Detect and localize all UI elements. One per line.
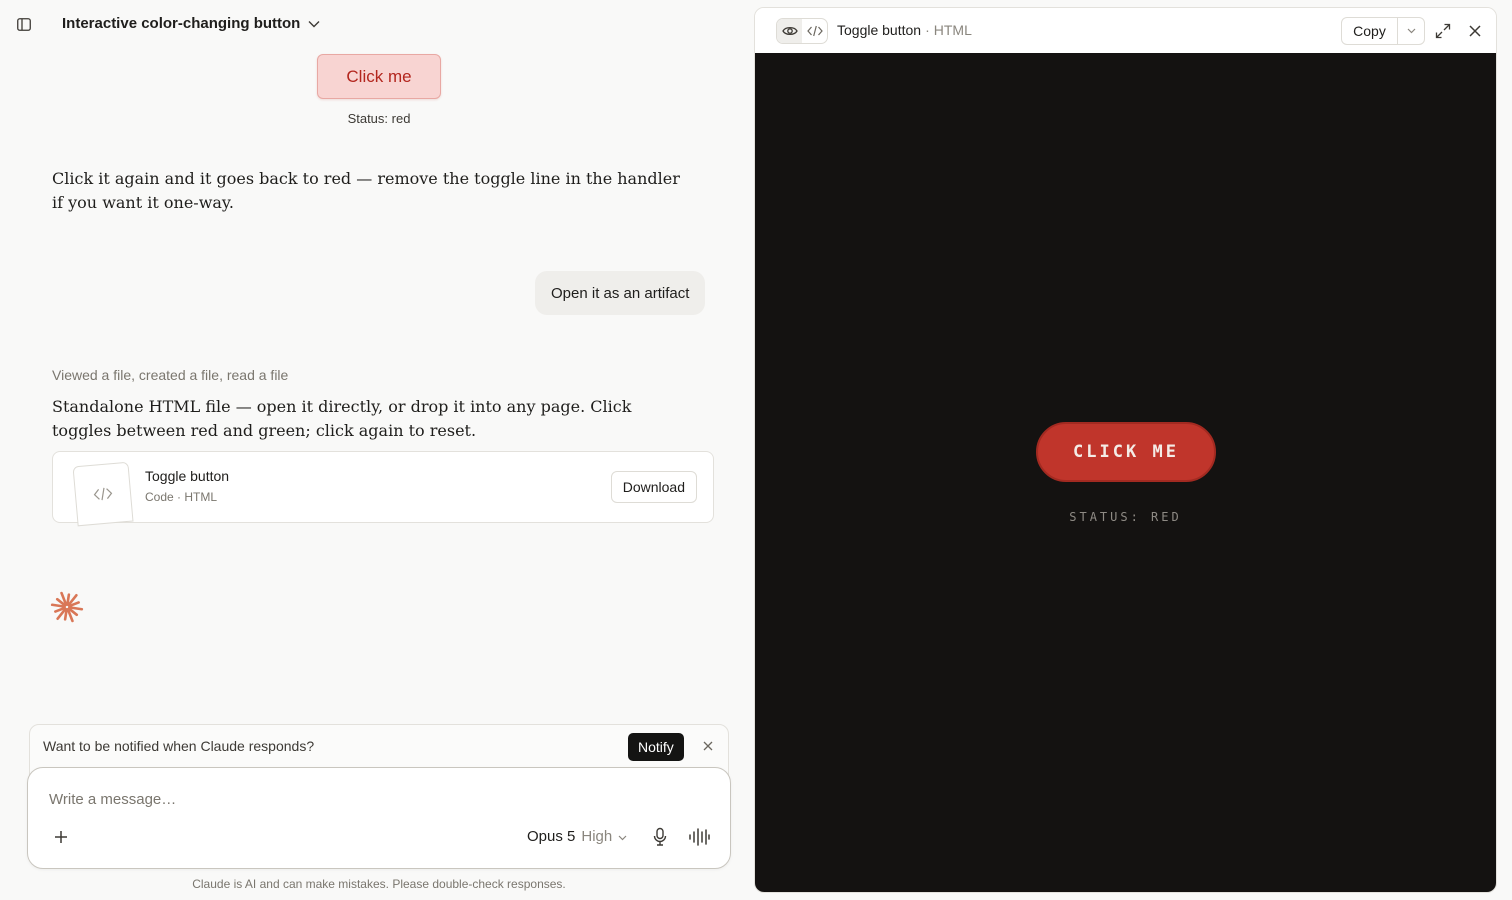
artifact-name: Toggle button [145,468,230,484]
expand-icon[interactable] [1435,23,1451,39]
user-message-bubble: Open it as an artifact [535,271,706,315]
artifact-panel-header: Toggle button · HTML Copy [755,8,1496,53]
copy-button-group: Copy [1341,17,1425,45]
message-composer: Opus 5 High [27,767,731,869]
copy-button[interactable]: Copy [1342,18,1398,44]
chevron-down-icon [618,828,627,845]
preview-status-text: STATUS: RED [1069,510,1182,524]
download-button[interactable]: Download [610,471,697,503]
model-selector[interactable]: Opus 5 High [527,828,627,845]
close-icon[interactable] [702,739,714,751]
chevron-down-icon[interactable] [1398,18,1424,44]
app-window: Interactive color-changing button Click … [0,0,1512,900]
artifact-meta: Code · HTML [145,490,218,504]
chat-title: Interactive color-changing button [62,15,301,32]
artifact-title-separator: · [925,22,930,38]
view-toggle [776,18,828,44]
microphone-icon[interactable] [652,827,668,847]
artifact-title-name: Toggle button [837,22,922,38]
demo-status-text: Status: red [347,111,411,126]
artifact-title: Toggle button · HTML [837,22,972,38]
chat-title-menu[interactable]: Interactive color-changing button [62,15,320,32]
claude-spark-icon [50,590,84,624]
assistant-message: Click it again and it goes back to red —… [52,169,680,212]
sidebar-toggle-icon[interactable] [15,16,33,32]
artifact-preview: CLICK ME STATUS: RED [755,53,1496,892]
tool-activity-summary[interactable]: Viewed a file, created a file, read a fi… [52,367,288,383]
chevron-down-icon [308,20,320,28]
notify-text: Want to be notified when Claude responds… [43,738,315,754]
disclaimer: Claude is AI and can make mistakes. Plea… [192,877,566,891]
model-effort: High [581,828,613,845]
assistant-message: Standalone HTML file — open it directly,… [52,397,632,440]
artifact-card[interactable]: Toggle button Code · HTML Download [52,451,714,527]
preview-eye-icon[interactable] [777,19,802,43]
chat-topbar: Interactive color-changing button [0,0,754,48]
model-name: Opus 5 [527,828,576,845]
code-view-icon[interactable] [802,19,827,43]
plus-icon[interactable] [53,829,69,845]
message-input[interactable] [49,788,689,810]
notify-button[interactable]: Notify [628,733,684,761]
artifact-title-language: HTML [933,22,972,38]
close-icon[interactable] [1468,24,1482,38]
code-file-icon [72,461,134,527]
demo-click-me-button[interactable]: Click me [317,54,441,99]
voice-mode-icon[interactable] [688,828,710,846]
preview-click-me-button[interactable]: CLICK ME [1036,422,1216,482]
chat-column: Interactive color-changing button Click … [0,0,754,900]
artifact-panel: Toggle button · HTML Copy CLICK ME STATU… [754,7,1497,893]
